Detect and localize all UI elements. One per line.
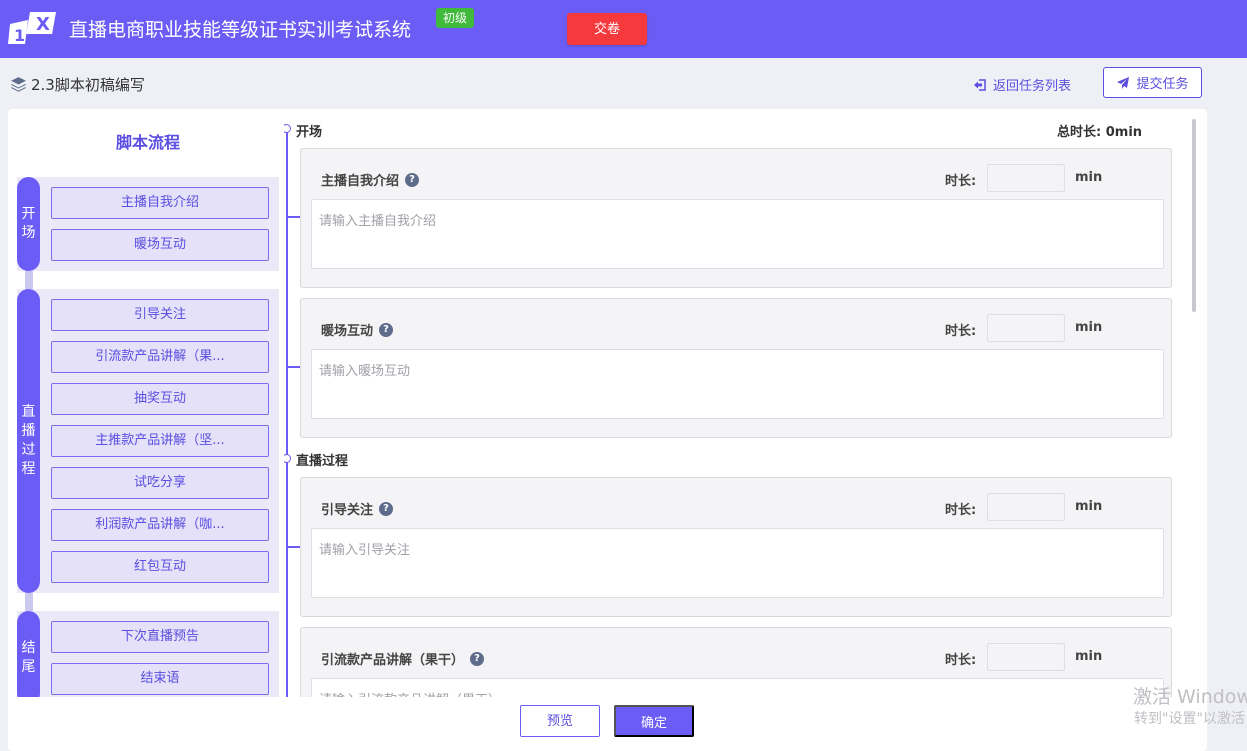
flow-title: 脚本流程 xyxy=(115,133,180,152)
duration-label: 时长: xyxy=(945,653,977,668)
flow-item[interactable]: 主播自我介绍 xyxy=(51,187,269,219)
script-textarea[interactable]: 请输入暖场互动 xyxy=(311,349,1164,419)
group-pill-opening: 开 场 xyxy=(17,177,40,271)
timeline-line xyxy=(286,129,288,697)
duration-input[interactable] xyxy=(987,493,1065,521)
group-char: 过 xyxy=(21,442,36,458)
card-title: 暖场互动 ? xyxy=(321,320,394,339)
level-badge: 初级 xyxy=(436,8,475,28)
flow-group-live: 直 播 过 程 引导关注 引流款产品讲解（果... 抽奖互动 主推款产品讲解（坚… xyxy=(17,289,279,593)
duration-unit: min xyxy=(1075,320,1103,335)
layers-icon xyxy=(11,77,26,92)
flow-item[interactable]: 结束语 xyxy=(51,663,269,695)
timeline-tick xyxy=(286,216,300,218)
paper-plane-icon xyxy=(1117,76,1130,89)
submit-exam-button[interactable]: 交卷 xyxy=(567,13,647,45)
group-char: 播 xyxy=(21,423,36,439)
duration-input[interactable] xyxy=(987,643,1065,671)
script-card: 暖场互动 ? 时长: min 请输入暖场互动 xyxy=(300,298,1172,438)
flow-item[interactable]: 引流款产品讲解（果... xyxy=(51,341,269,373)
card-title: 引流款产品讲解（果干） ? xyxy=(321,649,485,668)
script-card: 主播自我介绍 ? 时长: min 请输入主播自我介绍 xyxy=(300,148,1172,288)
flow-item[interactable]: 红包互动 xyxy=(51,551,269,583)
script-card: 引流款产品讲解（果干） ? 时长: min 请输入引流款产品讲解（果干） xyxy=(300,627,1172,697)
app-title: 直播电商职业技能等级证书实训考试系统 xyxy=(69,19,412,41)
activation-watermark-subtitle: 转到"设置"以激活 xyxy=(1134,711,1245,727)
help-icon[interactable]: ? xyxy=(379,322,394,337)
script-textarea[interactable]: 请输入主播自我介绍 xyxy=(311,199,1164,269)
logo-icon: 1 X xyxy=(8,12,56,45)
card-title-text: 主播自我介绍 xyxy=(321,174,400,189)
duration-input[interactable] xyxy=(987,164,1065,192)
duration-input[interactable] xyxy=(987,314,1065,342)
flow-group-ending: 结 尾 下次直播预告 结束语 xyxy=(17,611,279,697)
duration-unit: min xyxy=(1075,649,1103,664)
back-label: 返回任务列表 xyxy=(993,79,1072,94)
group-char: 直 xyxy=(21,404,36,420)
card-title: 主播自我介绍 ? xyxy=(321,170,420,189)
total-label: 总时长: xyxy=(1057,125,1102,140)
card-title-text: 暖场互动 xyxy=(321,324,374,339)
duration-label: 时长: xyxy=(945,503,977,518)
timeline-tick xyxy=(286,546,300,548)
duration-unit: min xyxy=(1075,499,1103,514)
group-char: 尾 xyxy=(21,659,36,675)
section-label: 直播过程 xyxy=(296,454,349,469)
svg-text:X: X xyxy=(36,14,50,35)
flow-item[interactable]: 下次直播预告 xyxy=(51,621,269,653)
breadcrumb-text: 2.3脚本初稿编写 xyxy=(31,76,145,94)
duration-label: 时长: xyxy=(945,324,977,339)
group-connector xyxy=(25,271,33,289)
help-icon[interactable]: ? xyxy=(405,172,420,187)
activation-watermark-title: 激活 Window xyxy=(1133,686,1247,708)
flow-item[interactable]: 暖场互动 xyxy=(51,229,269,261)
duration-label: 时长: xyxy=(945,174,977,189)
group-char: 结 xyxy=(21,640,36,656)
section-dot xyxy=(284,124,291,133)
total-duration: 总时长: 0min xyxy=(1057,121,1142,140)
script-editor: 开场 总时长: 0min 主播自我介绍 ? 时长: min 请输入主播自我介绍 … xyxy=(284,109,1184,697)
help-icon[interactable]: ? xyxy=(470,651,485,666)
card-title-text: 引流款产品讲解（果干） xyxy=(321,653,465,668)
script-flow-sidebar: 脚本流程 开 场 主播自我介绍 暖场互动 直 播 过 程 引导关注 引流款产品讲… xyxy=(8,109,288,697)
group-pill-ending: 结 尾 xyxy=(17,611,40,697)
script-textarea[interactable]: 请输入引流款产品讲解（果干） xyxy=(311,678,1164,697)
flow-group-opening: 开 场 主播自我介绍 暖场互动 xyxy=(17,177,279,271)
flow-item[interactable]: 主推款产品讲解（坚... xyxy=(51,425,269,457)
back-to-task-list-link[interactable]: 返回任务列表 xyxy=(973,75,1071,94)
group-char: 场 xyxy=(21,225,36,241)
total-value: 0min xyxy=(1105,125,1143,140)
flow-item[interactable]: 利润款产品讲解（咖... xyxy=(51,509,269,541)
help-icon[interactable]: ? xyxy=(379,501,394,516)
group-connector xyxy=(25,593,33,611)
group-char: 开 xyxy=(21,206,36,222)
section-dot xyxy=(284,454,291,463)
submit-task-label: 提交任务 xyxy=(1136,76,1189,91)
editor-scrollbar[interactable] xyxy=(1192,119,1196,312)
flow-item[interactable]: 抽奖互动 xyxy=(51,383,269,415)
group-char: 程 xyxy=(21,461,36,477)
timeline-tick xyxy=(286,366,300,368)
group-pill-live: 直 播 过 程 xyxy=(17,289,40,593)
svg-text:1: 1 xyxy=(14,26,25,45)
main-panel: 脚本流程 开 场 主播自我介绍 暖场互动 直 播 过 程 引导关注 引流款产品讲… xyxy=(8,109,1207,751)
card-title-text: 引导关注 xyxy=(321,503,374,518)
sign-out-icon xyxy=(974,78,986,91)
top-bar: 1 X 直播电商职业技能等级证书实训考试系统 初级 交卷 xyxy=(0,0,1247,58)
flow-item[interactable]: 试吃分享 xyxy=(51,467,269,499)
section-label: 开场 xyxy=(296,125,323,140)
confirm-button[interactable]: 确定 xyxy=(614,705,694,737)
preview-button[interactable]: 预览 xyxy=(520,705,600,737)
breadcrumb: 2.3脚本初稿编写 xyxy=(10,74,145,95)
script-card: 引导关注 ? 时长: min 请输入引导关注 xyxy=(300,477,1172,617)
duration-unit: min xyxy=(1075,170,1103,185)
submit-task-button[interactable]: 提交任务 xyxy=(1103,67,1202,98)
card-title: 引导关注 ? xyxy=(321,499,394,518)
flow-item[interactable]: 引导关注 xyxy=(51,299,269,331)
script-textarea[interactable]: 请输入引导关注 xyxy=(311,528,1164,598)
